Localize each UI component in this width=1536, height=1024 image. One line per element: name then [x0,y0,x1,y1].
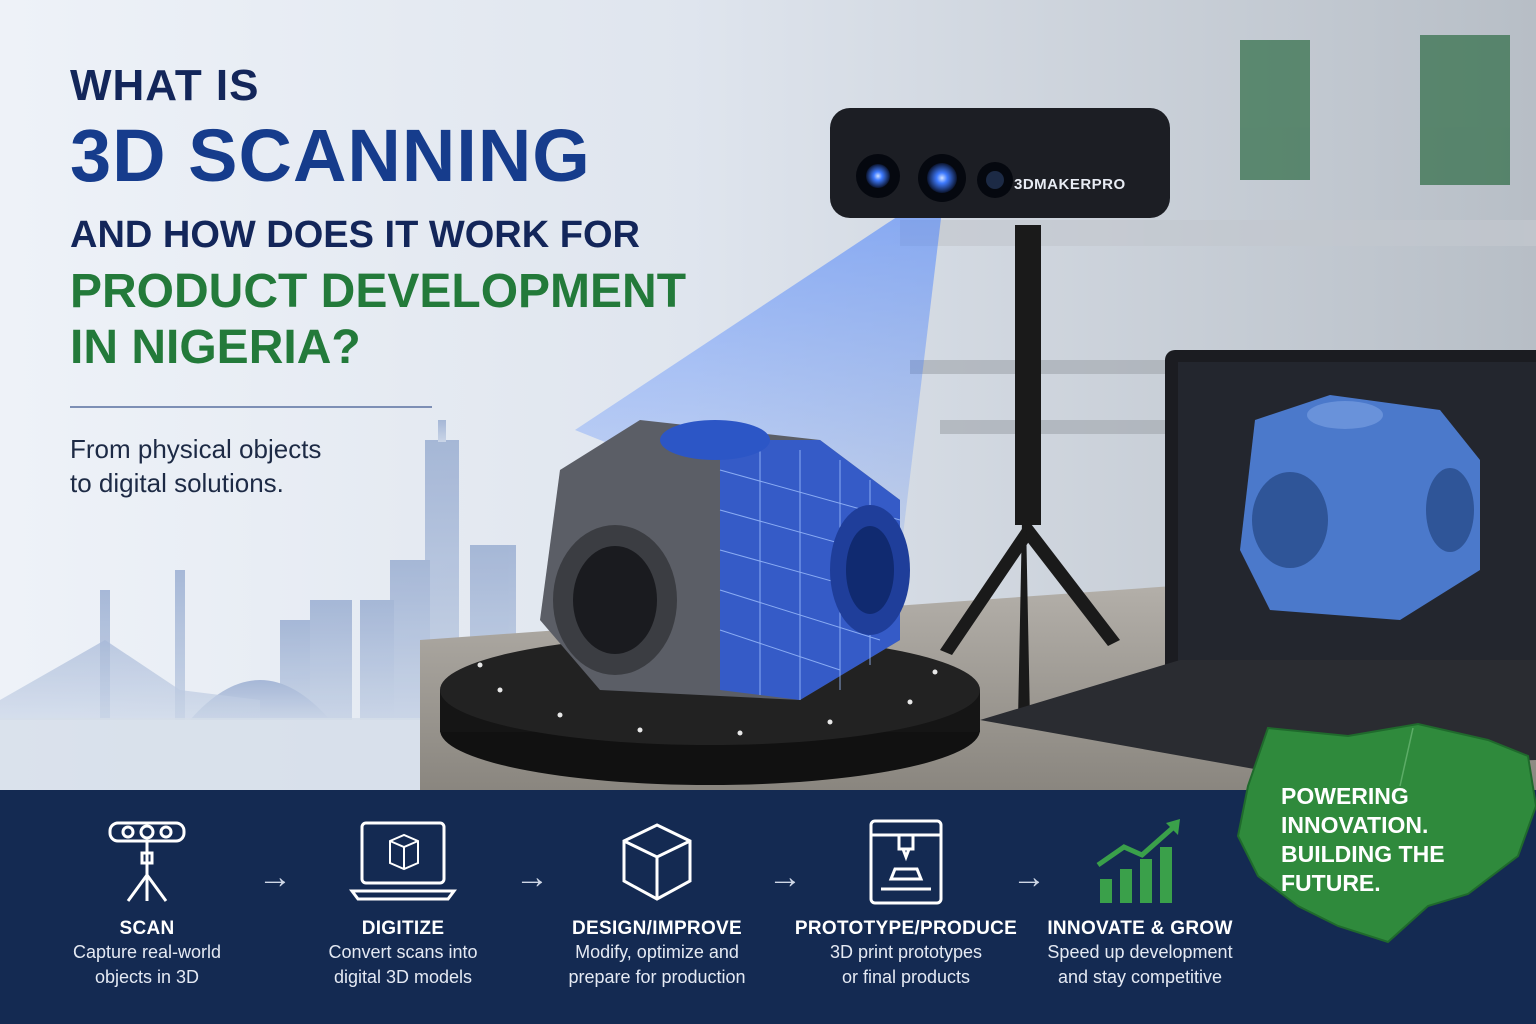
step-desc: prepare for production [568,967,746,987]
growth-chart-icon [1025,812,1255,912]
tagline: POWERING INNOVATION. BUILDING THE FUTURE… [1281,782,1445,898]
infographic: 3DMAKERPRO WHAT IS 3D SCANNING AND HOW D… [0,0,1536,1024]
step-grow: INNOVATE & GROW Speed up development and … [1025,812,1255,990]
subtitle-line-1: From physical objects [70,434,322,464]
step-title: INNOVATE & GROW [1047,918,1233,939]
step-desc: objects in 3D [94,967,200,987]
step-design: DESIGN/IMPROVE Modify, optimize and prepa… [542,812,772,990]
step-digitize: DIGITIZE Convert scans into digital 3D mo… [288,812,518,990]
cube-icon [542,812,772,912]
step-desc: Convert scans into [328,942,478,962]
step-title: PROTOTYPE/PRODUCE [794,918,1018,939]
tagline-line-3: BUILDING THE [1281,841,1445,867]
headline: WHAT IS 3D SCANNING AND HOW DOES IT WORK… [70,60,790,376]
subtitle-line-2: to digital solutions. [70,468,284,498]
headline-line-1: WHAT IS [70,61,260,110]
tagline-line-4: FUTURE. [1281,870,1381,896]
step-desc: Capture real-world [72,942,222,962]
arrow-icon: → [258,858,292,896]
subtitle: From physical objects to digital solutio… [70,432,321,500]
step-desc: and stay competitive [1057,967,1223,987]
scanner-brand-label: 3DMAKERPRO [1014,176,1126,193]
laptop-model-icon [288,812,518,912]
step-title: DESIGN/IMPROVE [572,918,742,939]
step-scan: SCAN Capture real-world objects in 3D [32,812,262,990]
headline-line-2: 3D SCANNING [70,114,591,197]
step-desc: Speed up development [1047,942,1233,962]
scanner-tripod-icon [32,812,262,912]
tagline-line-2: INNOVATION. [1281,812,1429,838]
tagline-line-1: POWERING [1281,783,1409,809]
headline-divider [70,406,432,408]
headline-line-5: IN NIGERIA? [70,321,361,374]
headline-line-3: AND HOW DOES IT WORK FOR [70,214,640,256]
headline-line-4: PRODUCT DEVELOPMENT [70,265,687,318]
scanner-device [830,108,1170,218]
step-title: SCAN [119,918,175,939]
step-desc: or final products [841,967,971,987]
step-desc: digital 3D models [333,967,473,987]
step-prototype: PROTOTYPE/PRODUCE 3D print prototypes or … [791,812,1021,990]
step-desc: Modify, optimize and [575,942,739,962]
step-desc: 3D print prototypes [829,942,983,962]
3d-printer-icon [791,812,1021,912]
step-title: DIGITIZE [361,918,445,939]
